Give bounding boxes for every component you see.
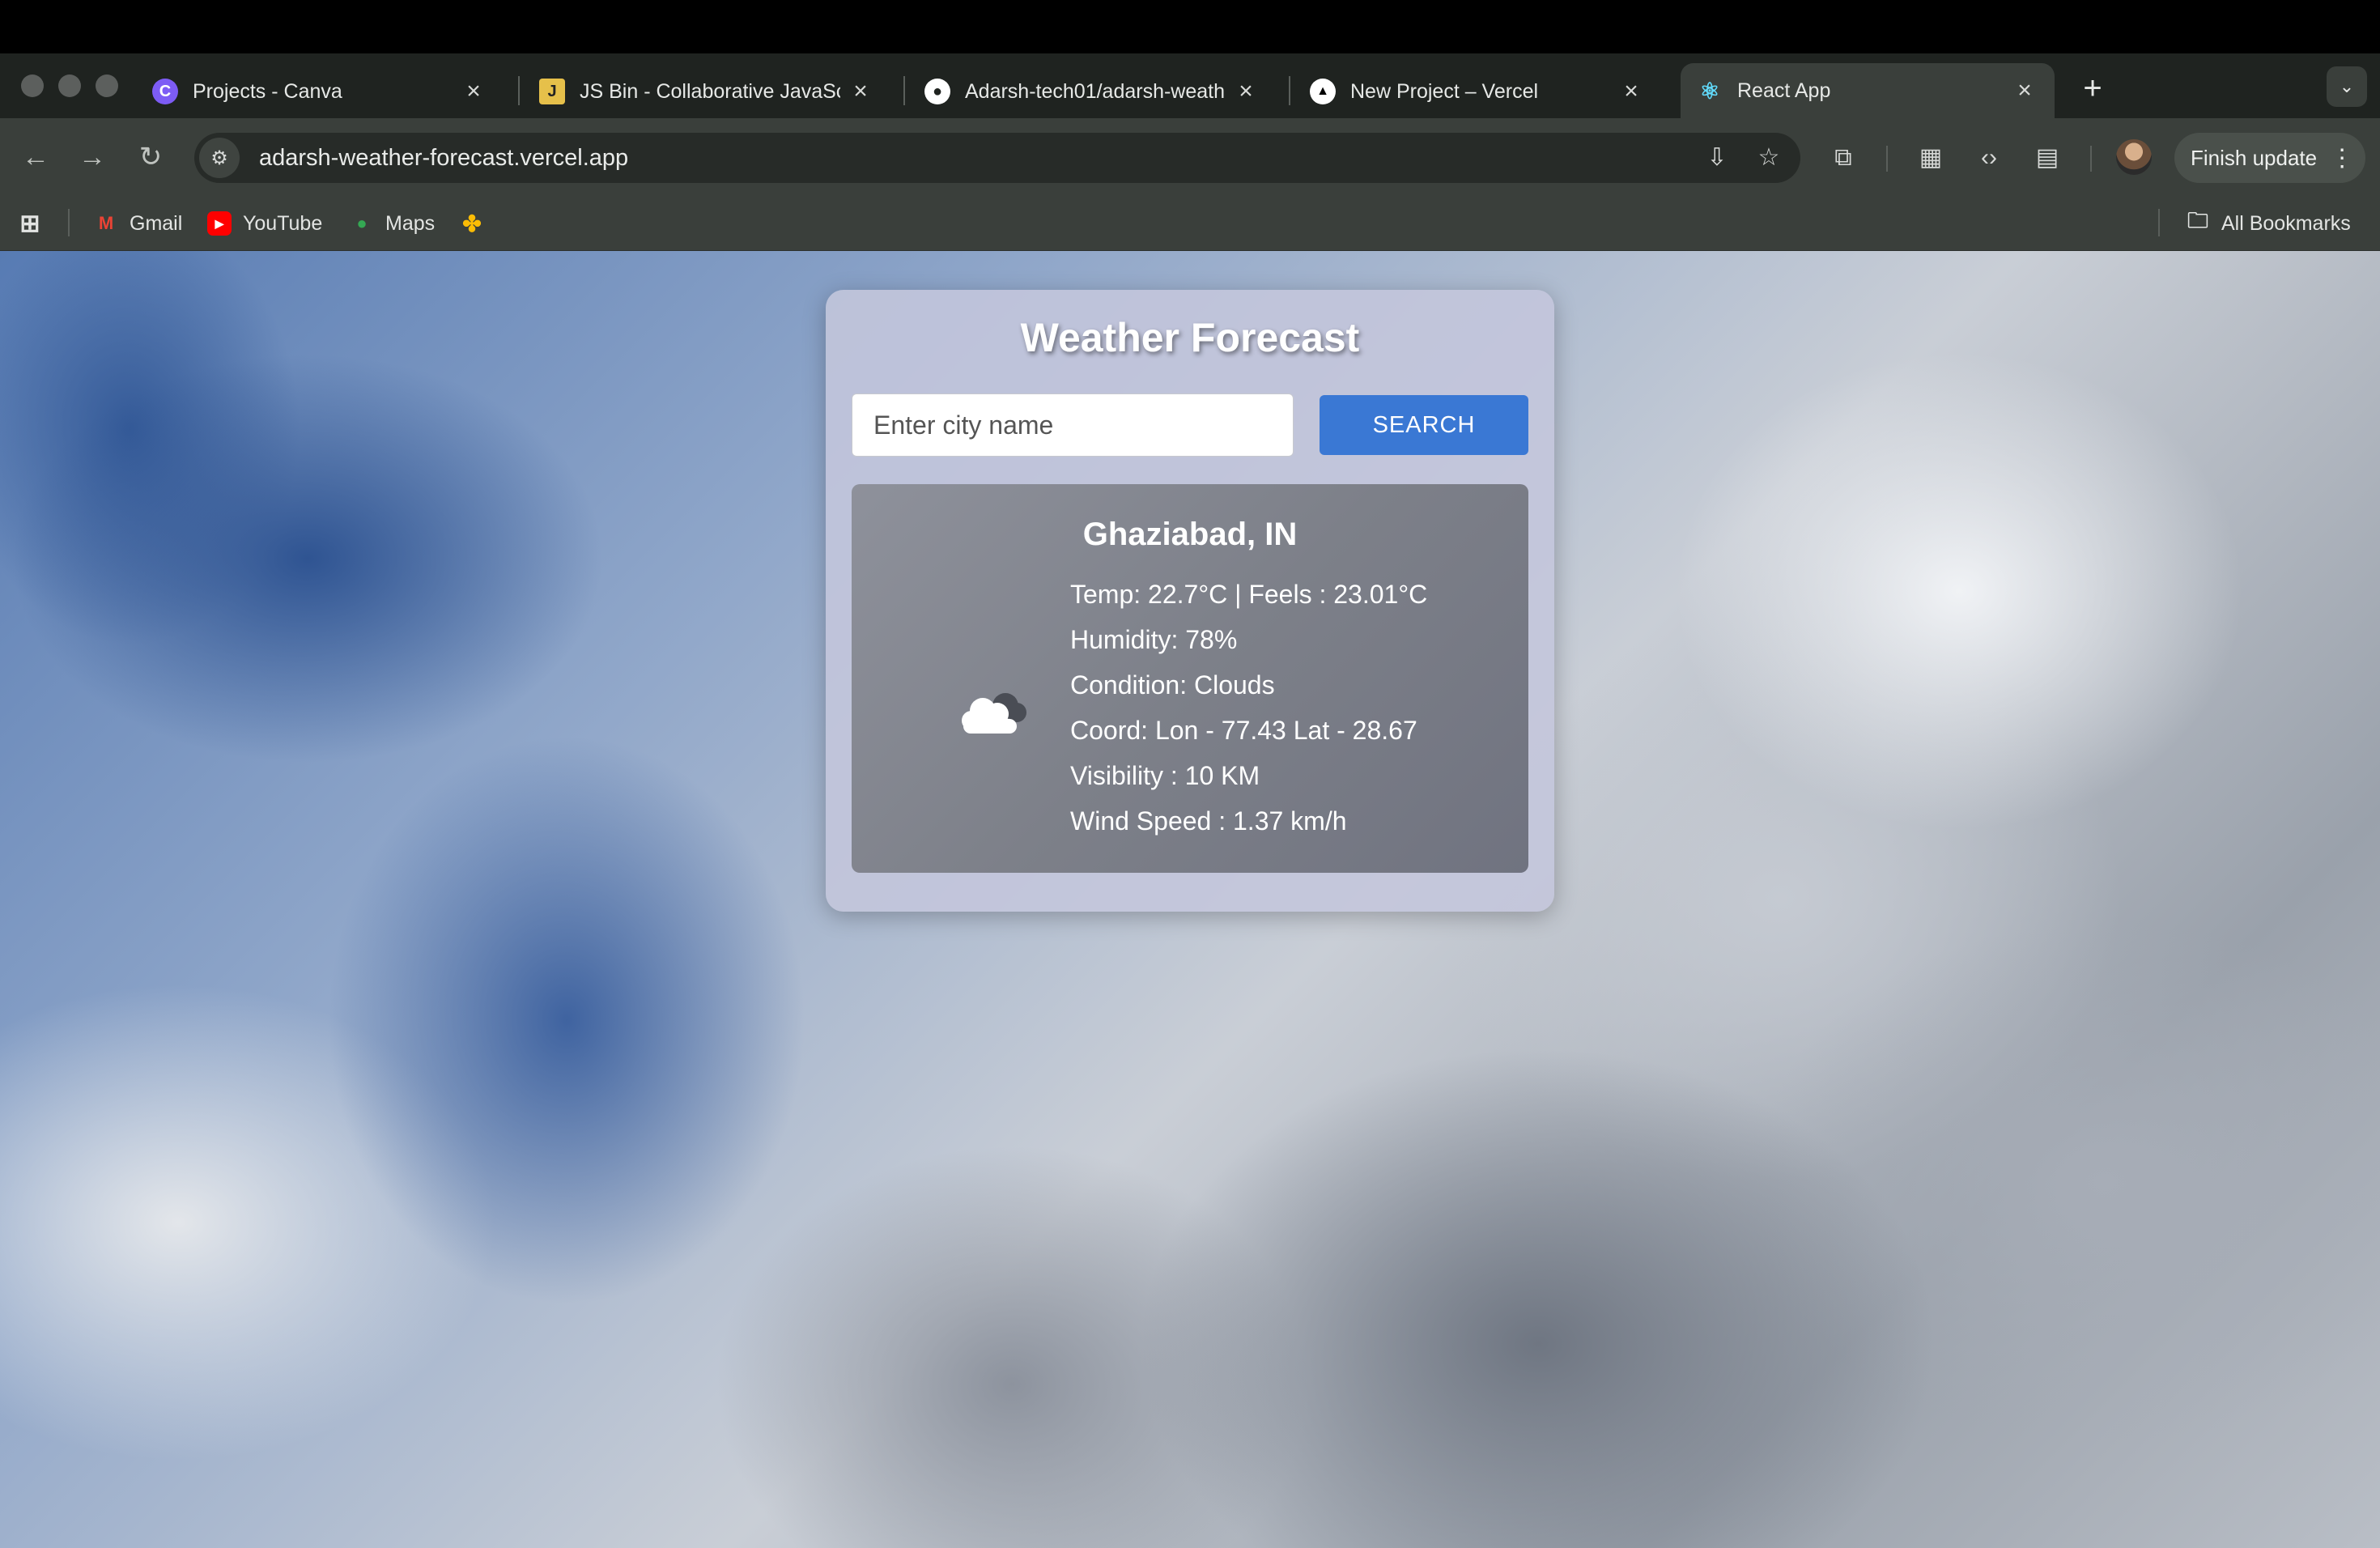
tab-title: Projects - Canva	[193, 79, 342, 103]
tab-react-app[interactable]: ⚛ React App ×	[1681, 63, 2055, 118]
bookmarks-separator	[68, 209, 70, 236]
cloud-icon	[962, 693, 1026, 734]
all-bookmarks-label: All Bookmarks	[2221, 211, 2351, 235]
weather-card: Weather Forecast SEARCH Ghaziabad, IN Te…	[826, 290, 1554, 912]
close-window-button[interactable]	[21, 74, 44, 97]
humidity-text: Humidity: 78%	[1070, 625, 1238, 654]
toolbar-separator	[1886, 146, 1888, 172]
tab-title: JS Bin - Collaborative JavaSc	[580, 79, 840, 103]
all-bookmarks[interactable]: 🗀 All Bookmarks	[2186, 206, 2351, 241]
close-icon[interactable]: ×	[1234, 78, 1258, 105]
menu-bar-strip	[0, 0, 2380, 53]
minimize-window-button[interactable]	[58, 74, 81, 97]
tab-title: React App	[1737, 79, 1831, 102]
bookmark-label: Gmail	[130, 211, 183, 235]
reading-mode-icon[interactable]: ▤	[2027, 138, 2068, 178]
page-viewport: Weather Forecast SEARCH Ghaziabad, IN Te…	[0, 251, 2380, 1548]
close-icon[interactable]: ×	[848, 78, 873, 105]
bookmark-label: Maps	[385, 211, 436, 235]
more-menu-icon: ⋮	[2330, 144, 2355, 172]
bookmarks-separator	[2158, 209, 2160, 236]
tab-vercel[interactable]: ▲ New Project – Vercel ×	[1294, 65, 1661, 118]
tab-separator	[1289, 76, 1290, 105]
tab-title: New Project – Vercel	[1350, 79, 1539, 103]
finish-update-label: Finish update	[2191, 145, 2318, 170]
react-icon: ⚛	[1699, 78, 1720, 104]
condition-text: Condition: Clouds	[1070, 670, 1275, 700]
bookmark-maps[interactable]: ● Maps	[350, 206, 435, 241]
address-bar[interactable]: ⚙ adarsh-weather-forecast.vercel.app ⇩ ☆	[194, 133, 1800, 183]
devtools-icon[interactable]: ‹›	[1969, 138, 2009, 178]
gmail-icon: M	[98, 213, 114, 233]
tab-canva[interactable]: C Projects - Canva ×	[136, 65, 504, 118]
forward-button[interactable]: →	[73, 138, 112, 176]
finish-update-button[interactable]: Finish update ⋮	[2174, 133, 2365, 183]
coordinates-text: Coord: Lon - 77.43 Lat - 28.67	[1070, 716, 1417, 745]
bookmark-star-icon[interactable]: ☆	[1749, 138, 1789, 178]
tab-jsbin[interactable]: J JS Bin - Collaborative JavaSc ×	[523, 65, 890, 118]
location-text: Ghaziabad, IN	[1082, 517, 1298, 552]
install-app-icon[interactable]: ⇩	[1697, 138, 1737, 178]
url-text[interactable]: adarsh-weather-forecast.vercel.app	[259, 145, 1697, 172]
extensions-icon[interactable]: ⧉	[1823, 138, 1864, 178]
close-icon[interactable]: ×	[1619, 78, 1643, 105]
grid-icon: ⊞	[19, 210, 40, 237]
jsbin-icon: J	[539, 79, 565, 104]
visibility-text: Visibility : 10 KM	[1070, 761, 1260, 790]
vercel-icon: ▲	[1310, 79, 1336, 104]
wind-speed-text: Wind Speed : 1.37 km/h	[1070, 806, 1347, 836]
bookmark-label: YouTube	[243, 211, 323, 235]
tab-title: Adarsh-tech01/adarsh-weath	[965, 79, 1226, 103]
folder-icon: 🗀	[2187, 208, 2208, 232]
maximize-window-button[interactable]	[96, 74, 118, 97]
back-button[interactable]: ←	[16, 138, 55, 176]
page-title: Weather Forecast	[1020, 315, 1360, 360]
youtube-icon: ▶	[207, 211, 232, 236]
bookmark-photos[interactable]: ✤	[460, 206, 495, 241]
close-icon[interactable]: ×	[2012, 77, 2037, 104]
tab-separator	[518, 76, 520, 105]
tab-separator	[903, 76, 905, 105]
apps-grid-icon[interactable]: ⊞	[18, 206, 53, 241]
search-button[interactable]: SEARCH	[1320, 395, 1528, 455]
bookmark-youtube[interactable]: ▶ YouTube	[207, 206, 322, 241]
photos-icon: ✤	[462, 211, 482, 236]
canva-icon: C	[152, 79, 178, 104]
github-icon: ●	[924, 79, 950, 104]
maps-icon: ●	[356, 213, 368, 233]
bookmark-gmail[interactable]: M Gmail	[94, 206, 182, 241]
location-name: Ghaziabad, IN	[852, 517, 1528, 553]
site-info-icon[interactable]: ⚙	[199, 138, 240, 178]
reload-button[interactable]: ↻	[131, 138, 170, 176]
weather-result-panel: Ghaziabad, IN Temp: 22.7°C | Feels : 23.…	[852, 484, 1528, 873]
toolbar-separator	[2090, 146, 2092, 172]
profile-avatar[interactable]	[2116, 139, 2152, 175]
temperature-text: Temp: 22.7°C | Feels : 23.01°C	[1070, 580, 1428, 609]
city-search-input[interactable]	[852, 393, 1294, 457]
close-icon[interactable]: ×	[461, 78, 486, 105]
tab-search-button[interactable]: ⌄	[2327, 66, 2367, 107]
new-tab-button[interactable]: +	[2072, 68, 2113, 108]
qr-code-icon[interactable]: ▦	[1910, 138, 1951, 178]
tab-github[interactable]: ● Adarsh-tech01/adarsh-weath ×	[908, 65, 1276, 118]
